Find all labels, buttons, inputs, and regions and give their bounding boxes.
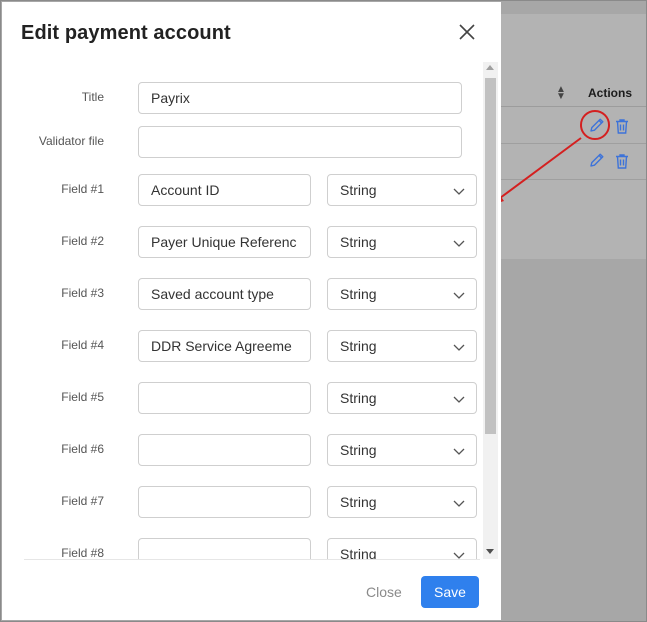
field-label: Field #7 bbox=[61, 494, 104, 508]
field-label: Field #1 bbox=[61, 182, 104, 196]
field-type-select[interactable]: String bbox=[327, 538, 477, 560]
field-type-value: String bbox=[340, 234, 377, 250]
field-label: Field #6 bbox=[61, 442, 104, 456]
field-type-select[interactable]: String bbox=[327, 174, 477, 206]
validator-file-label: Validator file bbox=[38, 134, 104, 148]
close-icon[interactable] bbox=[457, 22, 477, 42]
field-type-select[interactable]: String bbox=[327, 278, 477, 310]
field-type-value: String bbox=[340, 286, 377, 302]
field-label: Field #4 bbox=[61, 338, 104, 352]
field-type-value: String bbox=[340, 338, 377, 354]
field-name-input[interactable] bbox=[138, 486, 311, 518]
chevron-down-icon bbox=[453, 240, 465, 247]
chevron-down-icon bbox=[453, 396, 465, 403]
chevron-down-icon bbox=[453, 292, 465, 299]
title-input[interactable]: Payrix bbox=[138, 82, 462, 114]
chevron-down-icon bbox=[453, 448, 465, 455]
field-name-input[interactable] bbox=[138, 382, 311, 414]
field-type-value: String bbox=[340, 182, 377, 198]
chevron-down-icon bbox=[453, 500, 465, 507]
field-type-select[interactable]: String bbox=[327, 486, 477, 518]
field-name-input[interactable]: Saved account type bbox=[138, 278, 311, 310]
chevron-down-icon bbox=[453, 188, 465, 195]
scroll-up-arrow-icon[interactable] bbox=[486, 65, 494, 70]
field-type-select[interactable]: String bbox=[327, 382, 477, 414]
field-label: Field #2 bbox=[61, 234, 104, 248]
field-name-input[interactable]: Account ID bbox=[138, 174, 311, 206]
field-name-input[interactable]: DDR Service Agreeme bbox=[138, 330, 311, 362]
scroll-thumb[interactable] bbox=[485, 78, 496, 434]
save-button[interactable]: Save bbox=[421, 576, 479, 608]
field-name-input[interactable]: Payer Unique Referenc bbox=[138, 226, 311, 258]
field-type-value: String bbox=[340, 494, 377, 510]
scroll-down-arrow-icon[interactable] bbox=[486, 549, 494, 554]
field-name-input[interactable] bbox=[138, 434, 311, 466]
validator-file-input[interactable] bbox=[138, 126, 462, 158]
field-name-input[interactable] bbox=[138, 538, 311, 560]
close-button[interactable]: Close bbox=[366, 584, 402, 600]
field-type-value: String bbox=[340, 442, 377, 458]
dialog-title: Edit payment account bbox=[21, 22, 231, 44]
footer-divider bbox=[24, 559, 480, 560]
field-label: Field #8 bbox=[61, 546, 104, 560]
chevron-down-icon bbox=[453, 344, 465, 351]
field-type-select[interactable]: String bbox=[327, 330, 477, 362]
form-scroll-area: Title Payrix Validator file Field #1 Acc… bbox=[2, 64, 499, 560]
field-type-value: String bbox=[340, 546, 377, 560]
edit-payment-account-dialog: Edit payment account Title Payrix Valida… bbox=[2, 2, 501, 620]
scrollbar[interactable] bbox=[483, 62, 498, 559]
field-label: Field #3 bbox=[61, 286, 104, 300]
field-type-select[interactable]: String bbox=[327, 434, 477, 466]
field-type-select[interactable]: String bbox=[327, 226, 477, 258]
field-label: Field #5 bbox=[61, 390, 104, 404]
field-type-value: String bbox=[340, 390, 377, 406]
title-label: Title bbox=[81, 90, 104, 104]
